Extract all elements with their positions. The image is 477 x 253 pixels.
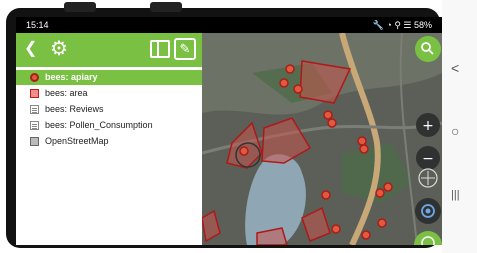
apiary-point[interactable] (279, 78, 289, 88)
status-bar: 15:14 🔧 ◔ ⚲ ☰ 58% (16, 17, 442, 33)
apiary-point[interactable] (323, 110, 333, 120)
apiary-point[interactable] (383, 182, 393, 192)
gps-button[interactable] (415, 198, 441, 224)
layer-label: bees: Pollen_Consumption (45, 120, 153, 130)
raster-layer-icon (30, 137, 39, 146)
system-nav-bar: < ○ ||| (442, 0, 477, 253)
apiary-point[interactable] (285, 64, 295, 74)
apiary-point[interactable] (327, 118, 337, 128)
map-view[interactable]: + − (201, 32, 442, 245)
table-layer-icon (30, 105, 39, 114)
zoom-out-label: − (422, 151, 434, 167)
zoom-in-label: + (422, 118, 434, 134)
zoom-out-button[interactable]: − (416, 146, 440, 170)
status-time: 15:14 (26, 20, 49, 30)
apiary-point[interactable] (359, 144, 369, 154)
apiary-point[interactable] (377, 218, 387, 228)
polygon-layer-icon (30, 89, 39, 98)
arrow-back-icon[interactable]: ❮ (24, 40, 37, 58)
apiary-point[interactable] (361, 230, 371, 240)
apiary-point[interactable] (357, 136, 367, 146)
toolbar: ❮ ⚙ ✎ (16, 33, 202, 67)
nav-home-button[interactable]: ○ (451, 123, 459, 139)
zoom-in-button[interactable]: + (416, 113, 440, 137)
layer-label: OpenStreetMap (45, 136, 109, 146)
search-button[interactable] (415, 36, 441, 62)
pencil-icon[interactable]: ✎ (174, 38, 196, 60)
layer-item-apiary[interactable]: bees: apiary (16, 70, 202, 85)
map-icon[interactable] (150, 40, 170, 58)
apiary-point[interactable] (293, 84, 303, 94)
apiary-point[interactable] (375, 188, 385, 198)
layer-list: bees: apiary bees: area bees: Reviews be… (16, 67, 202, 245)
point-layer-icon (30, 73, 39, 82)
layer-item-area[interactable]: bees: area (16, 86, 202, 101)
table-layer-icon (30, 121, 39, 130)
apiary-point[interactable] (331, 224, 341, 234)
compass-overlay (418, 168, 438, 188)
layer-label: bees: Reviews (45, 104, 104, 114)
nav-recents-button[interactable]: ||| (451, 189, 460, 201)
layer-label: bees: area (45, 88, 88, 98)
layer-item-reviews[interactable]: bees: Reviews (16, 102, 202, 117)
map-canvas[interactable]: + − (201, 32, 442, 245)
apiary-point[interactable] (321, 190, 331, 200)
nav-back-button[interactable]: < (451, 60, 459, 76)
power-button (150, 2, 182, 12)
screen: 15:14 🔧 ◔ ⚲ ☰ 58% ❮ ⚙ ✎ bees: apiary bee… (16, 17, 442, 245)
layer-item-pollen[interactable]: bees: Pollen_Consumption (16, 118, 202, 133)
layer-label: bees: apiary (45, 72, 98, 82)
gear-icon[interactable]: ⚙ (50, 37, 68, 61)
volume-button (64, 2, 96, 12)
apiary-point[interactable] (239, 146, 249, 156)
status-indicators: 🔧 ◔ ⚲ ☰ 58% (372, 20, 432, 30)
layer-item-osm[interactable]: OpenStreetMap (16, 134, 202, 149)
